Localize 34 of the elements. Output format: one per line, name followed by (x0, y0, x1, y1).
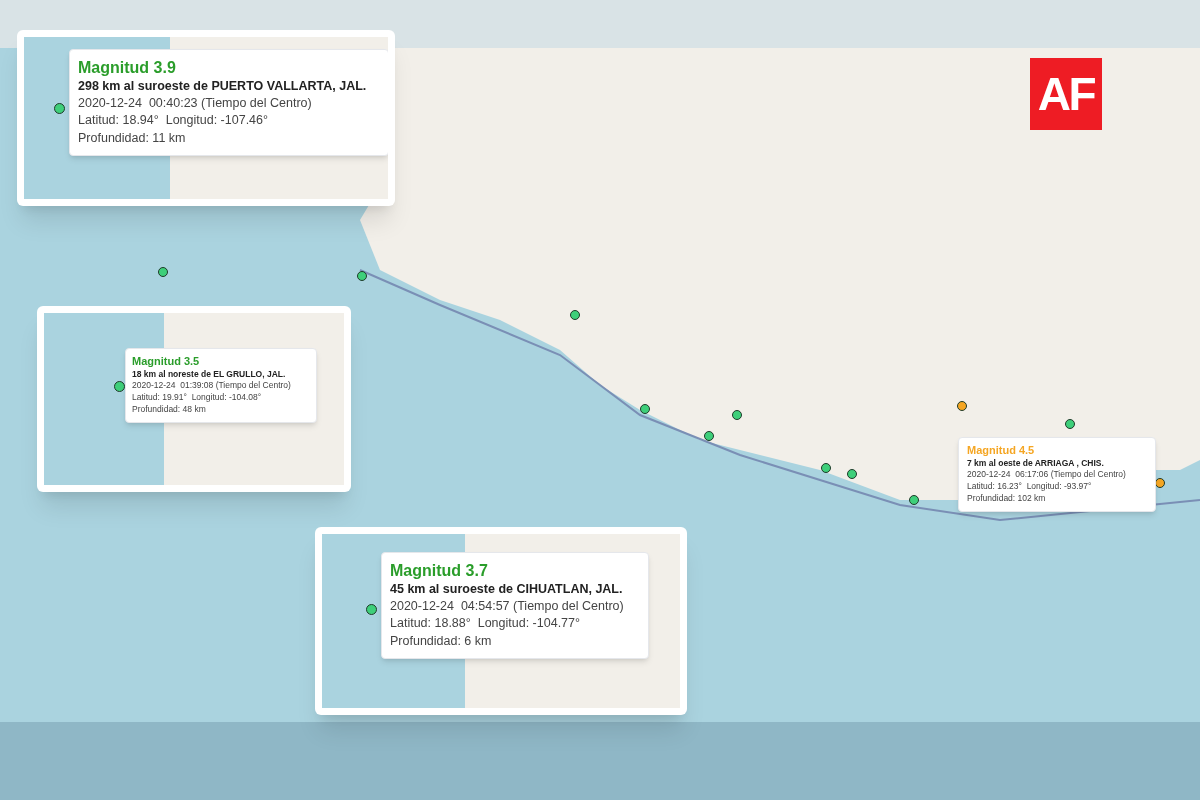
earthquake-marker-icon[interactable] (570, 310, 580, 320)
time-text: 2020-12-24 06:17:06 (Tiempo del Centro) (967, 469, 1127, 482)
location-text: 298 km al suroeste de PUERTO VALLARTA, JAL. (78, 78, 368, 95)
coordinates-text: Latitud: 19.91° Longitud: -104.08° (132, 392, 263, 404)
earthquake-marker-icon[interactable] (704, 431, 714, 441)
coordinates-text: Latitud: 18.94° Longitud: -107.46° (78, 112, 269, 130)
earthquake-marker-icon[interactable] (821, 463, 831, 473)
magnitude-title: Magnitud 3.9 (78, 58, 177, 78)
earthquake-marker-icon[interactable] (909, 495, 919, 505)
magnitude-title: Magnitud 3.5 (132, 355, 201, 369)
time-text: 2020-12-24 04:54:57 (Tiempo del Centro) (390, 598, 625, 616)
earthquake-marker-icon[interactable] (732, 410, 742, 420)
earthquake-marker-icon[interactable] (957, 401, 967, 411)
magnitude-title: Magnitud 4.5 (967, 444, 1036, 458)
coordinates-text: Latitud: 18.88° Longitud: -104.77° (390, 615, 581, 633)
location-text: 18 km al noreste de EL GRULLO, JAL. (132, 368, 287, 381)
time-text: 2020-12-24 01:39:08 (Tiempo del Centro) (132, 380, 292, 393)
depth-text: Profundidad: 6 km (390, 632, 493, 650)
time-text: 2020-12-24 00:40:23 (Tiempo del Centro) (78, 95, 313, 113)
depth-text: Profundidad: 102 km (967, 492, 1047, 505)
earthquake-marker-icon[interactable] (357, 271, 367, 281)
magnitude-title: Magnitud 3.7 (390, 561, 489, 581)
location-text: 45 km al suroeste de CIHUATLAN, JAL. (390, 581, 624, 598)
earthquake-marker-icon[interactable] (640, 404, 650, 414)
earthquake-marker-icon[interactable] (847, 469, 857, 479)
depth-text: Profundidad: 48 km (132, 403, 207, 416)
earthquake-marker-icon[interactable] (1065, 419, 1075, 429)
earthquake-marker-icon[interactable] (366, 604, 377, 615)
coordinates-text: Latitud: 16.23° Longitud: -93.97° (967, 481, 1093, 493)
depth-text: Profundidad: 11 km (78, 129, 187, 147)
earthquake-marker-icon[interactable] (158, 267, 168, 277)
logo: AF (1030, 58, 1102, 130)
location-text: 7 km al oeste de ARRIAGA , CHIS. (967, 457, 1105, 470)
earthquake-marker-icon[interactable] (54, 103, 65, 114)
